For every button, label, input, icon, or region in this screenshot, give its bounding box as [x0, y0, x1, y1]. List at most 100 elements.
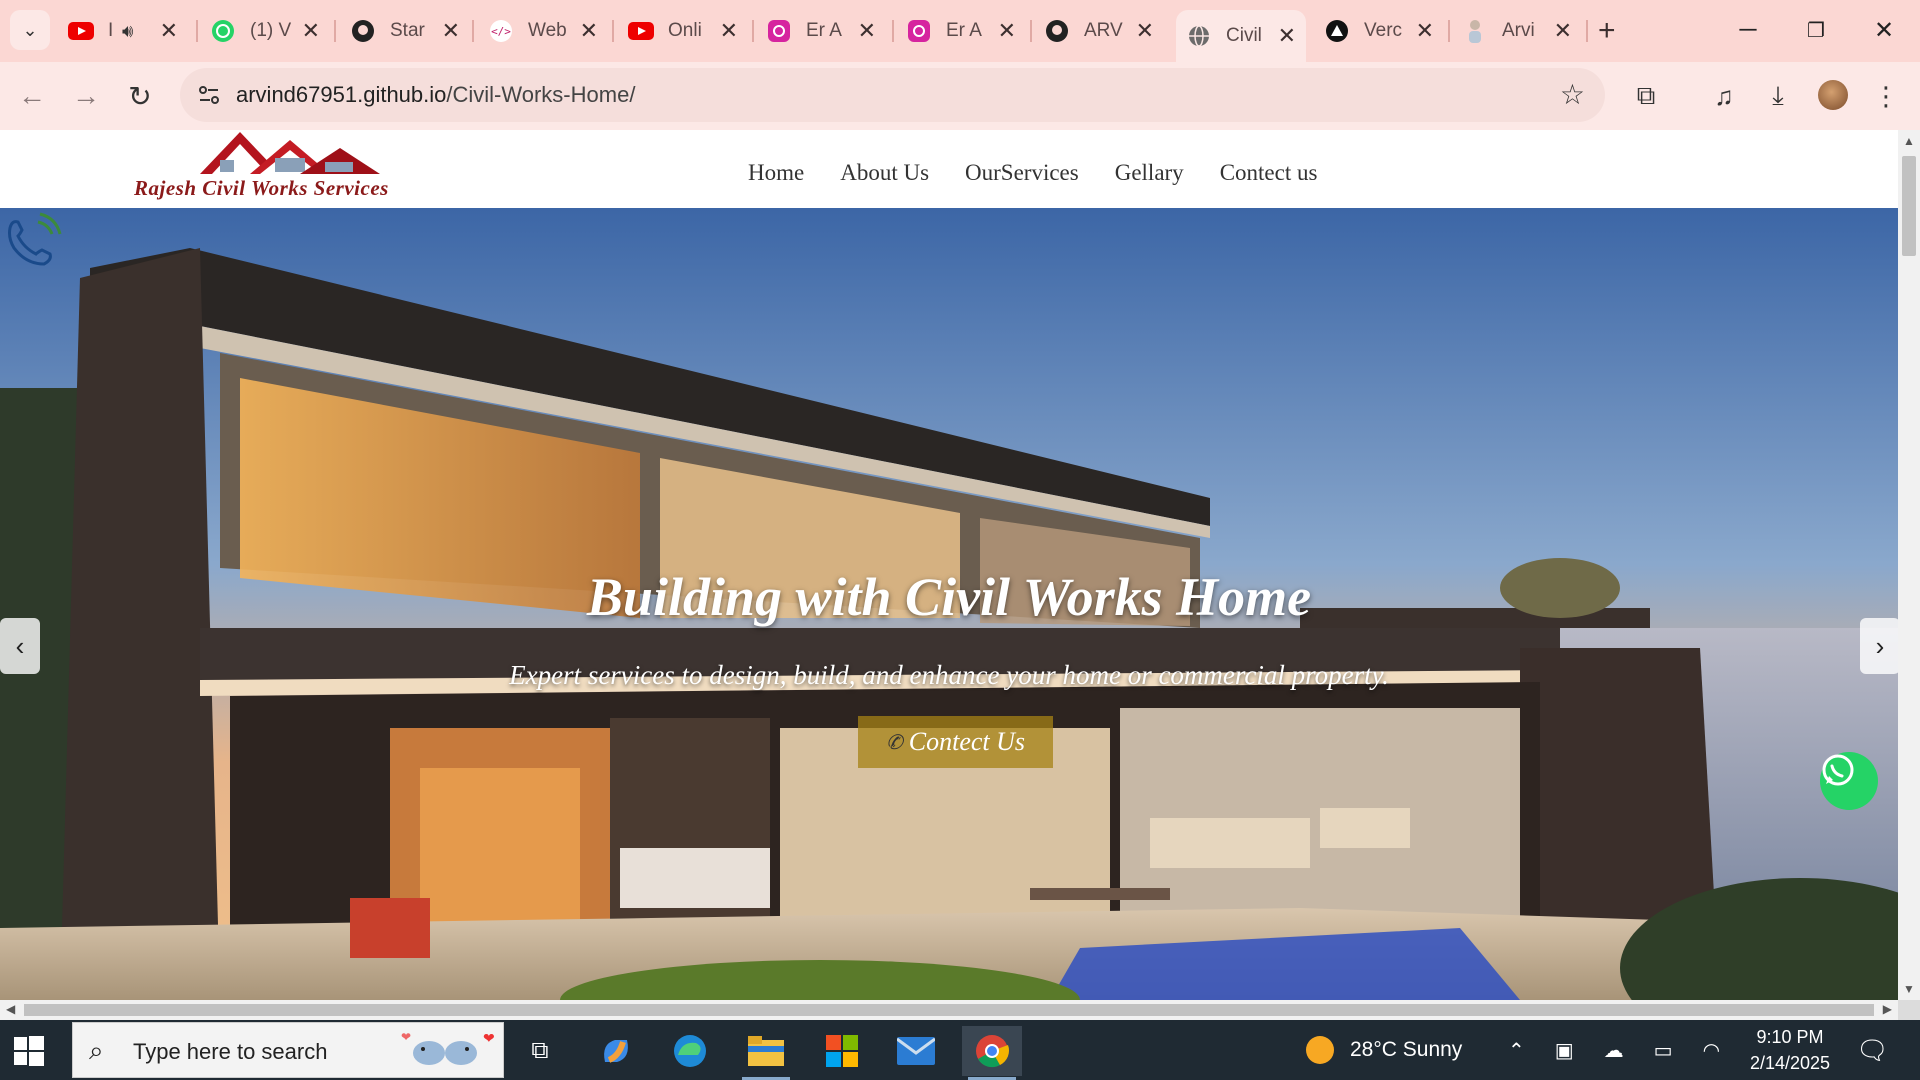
hero-subtitle: Expert services to design, build, and en… — [509, 660, 1389, 690]
file-explorer-button[interactable] — [736, 1026, 796, 1080]
edge-button[interactable] — [660, 1026, 720, 1076]
close-icon[interactable]: ✕ — [1554, 18, 1572, 44]
tab-separator — [752, 20, 754, 42]
restore-button[interactable]: ❐ — [1786, 10, 1846, 50]
tab-web[interactable]: </> Web ✕ — [478, 10, 608, 52]
whatsapp-icon — [1822, 754, 1854, 786]
hero-carousel: Building with Civil Works Home Expert se… — [0, 208, 1898, 1000]
close-icon[interactable]: ✕ — [160, 18, 178, 44]
close-icon[interactable]: ✕ — [1416, 18, 1434, 44]
nav-contact-us[interactable]: Contect us — [1220, 160, 1318, 186]
tab-separator — [334, 20, 336, 42]
nav-home[interactable]: Home — [748, 160, 804, 186]
battery-icon[interactable]: ▭ — [1654, 1038, 1673, 1063]
carousel-prev-button[interactable]: ‹ — [0, 618, 40, 674]
birds-illustration-icon: ❤ ❤ — [401, 1030, 495, 1065]
tab-separator — [196, 20, 198, 42]
tab-separator — [892, 20, 894, 42]
globe-icon — [1186, 23, 1212, 49]
chevron-down-icon: ⌄ — [22, 19, 38, 40]
nav-our-services[interactable]: OurServices — [965, 160, 1079, 186]
nav-gallery[interactable]: Gellary — [1115, 160, 1184, 186]
task-view-icon: ⧉ — [531, 1037, 549, 1064]
address-bar[interactable]: arvind67951.github.io/Civil-Works-Home/ … — [180, 68, 1605, 122]
close-icon[interactable]: ✕ — [720, 18, 738, 44]
tab-search-button[interactable]: ⌄ — [10, 10, 50, 50]
profile-avatar[interactable] — [1818, 80, 1848, 110]
onedrive-icon[interactable]: ☁ — [1604, 1038, 1624, 1063]
close-icon[interactable]: ✕ — [1136, 18, 1154, 44]
taskbar-search-box[interactable]: ⌕ Type here to search ❤ ❤ — [72, 1022, 504, 1078]
extensions-button[interactable]: ⧉ — [1626, 76, 1666, 116]
tab-title: I — [108, 20, 114, 41]
tab-civil-active[interactable]: Civil ✕ — [1176, 10, 1306, 62]
meet-now-icon[interactable]: ▣ — [1555, 1038, 1574, 1063]
taskbar-clock[interactable]: 9:10 PM 2/14/2025 — [1740, 1024, 1840, 1076]
tab-arvi[interactable]: Arvi ✕ — [1452, 10, 1582, 52]
chrome-button[interactable] — [962, 1026, 1022, 1080]
youtube-icon — [628, 18, 654, 44]
close-icon[interactable]: ✕ — [1278, 23, 1296, 49]
close-icon[interactable]: ✕ — [998, 18, 1016, 44]
scrollbar-thumb[interactable] — [1902, 156, 1916, 256]
back-button[interactable]: ← — [12, 76, 52, 116]
tab-title: Onli — [668, 20, 702, 41]
whatsapp-float-button[interactable] — [1820, 752, 1878, 810]
scroll-right-icon[interactable]: ▶ — [1883, 1002, 1892, 1016]
tab-separator — [1030, 20, 1032, 42]
reload-button[interactable]: ↻ — [120, 76, 160, 116]
playlist-icon: ♫ — [1714, 80, 1734, 111]
arrow-right-icon: → — [72, 80, 100, 111]
page-viewport: Rajesh Civil Works Services Home About U… — [0, 130, 1898, 1000]
tab-youtube-2[interactable]: Onli ✕ — [618, 10, 748, 52]
carousel-next-button[interactable]: › — [1860, 618, 1898, 674]
task-view-button[interactable]: ⧉ — [510, 1026, 570, 1076]
bookmark-star-icon[interactable]: ☆ — [1560, 78, 1585, 111]
close-window-button[interactable]: ✕ — [1854, 10, 1914, 50]
downloads-button[interactable]: ⤓ — [1758, 76, 1798, 116]
tab-instagram-2[interactable]: Er A ✕ — [896, 10, 1026, 52]
close-icon[interactable]: ✕ — [858, 18, 876, 44]
tab-github-arv[interactable]: ARV ✕ — [1034, 10, 1164, 52]
mail-icon — [897, 1037, 935, 1065]
tab-instagram-1[interactable]: Er A ✕ — [756, 10, 886, 52]
tab-vercel[interactable]: Verc ✕ — [1314, 10, 1444, 52]
show-hidden-icons-button[interactable]: ⌃ — [1508, 1038, 1525, 1063]
notification-button[interactable]: 🗨︎ — [1856, 1020, 1889, 1080]
minimize-button[interactable]: ─ — [1718, 10, 1778, 50]
weather-widget[interactable]: 28°C Sunny — [1306, 1020, 1462, 1080]
microsoft-store-button[interactable] — [812, 1026, 872, 1076]
sun-icon — [1306, 1036, 1334, 1064]
horizontal-scrollbar[interactable]: ◀ ▶ — [0, 1000, 1898, 1020]
new-tab-button[interactable]: + — [1598, 14, 1616, 48]
media-control-button[interactable]: ♫ — [1704, 76, 1744, 116]
close-icon[interactable]: ✕ — [302, 18, 320, 44]
close-icon[interactable]: ✕ — [580, 18, 598, 44]
tab-github-star[interactable]: Star ✕ — [340, 10, 470, 52]
scroll-up-icon[interactable]: ▲ — [1903, 134, 1915, 148]
mail-button[interactable] — [886, 1026, 946, 1076]
windows-start-button[interactable] — [14, 1036, 44, 1066]
call-float-button[interactable] — [0, 208, 66, 274]
forward-button[interactable]: → — [66, 76, 106, 116]
close-icon[interactable]: ✕ — [442, 18, 460, 44]
tab-title: Verc — [1364, 20, 1403, 41]
hero-contact-button[interactable]: ✆ Contect Us — [858, 716, 1053, 768]
vertical-scrollbar[interactable]: ▲ ▼ — [1898, 130, 1920, 1000]
scroll-down-icon[interactable]: ▼ — [1903, 982, 1915, 996]
nav-about-us[interactable]: About Us — [840, 160, 929, 186]
wifi-icon[interactable]: ◠ — [1703, 1038, 1720, 1063]
tab-youtube-1[interactable]: I 🔊︎ ✕ — [58, 10, 188, 52]
chevron-right-icon: › — [1875, 630, 1885, 661]
site-info-icon[interactable] — [194, 80, 224, 110]
menu-button[interactable]: ⋮ — [1866, 76, 1906, 116]
scrollbar-thumb[interactable] — [24, 1004, 1874, 1016]
url-host: arvind67951.github.io — [236, 82, 447, 107]
copilot-button[interactable] — [586, 1026, 646, 1076]
site-logo[interactable]: Rajesh Civil Works Services — [130, 130, 450, 208]
svg-text:</>: </> — [491, 25, 511, 38]
tab-strip: ⌄ I 🔊︎ ✕ (1) V ✕ Star ✕ </> Web ✕ Onli ✕… — [0, 0, 1920, 62]
tab-whatsapp[interactable]: (1) V ✕ — [200, 10, 330, 52]
scroll-left-icon[interactable]: ◀ — [6, 1002, 15, 1016]
scrollbar-corner — [1898, 1000, 1920, 1020]
